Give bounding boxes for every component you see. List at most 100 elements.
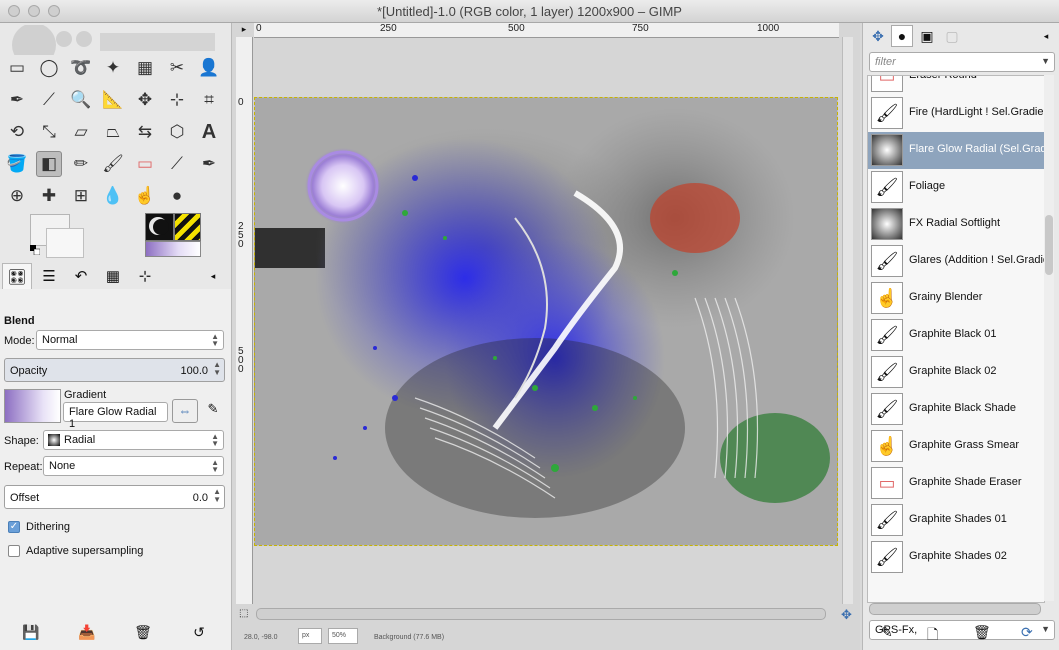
move-tool-icon[interactable]: ✥ [132, 87, 158, 113]
tab-navigation[interactable]: ⊹ [130, 263, 160, 289]
brush-list-item[interactable]: 🖌 Foliage [868, 169, 1044, 206]
paths-tool-icon[interactable]: ✒ [4, 87, 30, 113]
ink-tool-icon[interactable]: ✒ [196, 151, 222, 177]
heal-tool-icon[interactable]: ✚ [36, 183, 62, 209]
brush-list-horizontal-scrollbar[interactable] [869, 603, 1041, 615]
edit-brush-icon[interactable]: ✎ [881, 624, 893, 641]
vertical-ruler[interactable]: 0 2 5 0 5 0 0 [236, 37, 253, 604]
dithering-checkbox[interactable]: ✓ [8, 521, 20, 533]
perspective-tool-icon[interactable]: ⏢ [100, 119, 126, 145]
unit-selector[interactable]: px [298, 628, 322, 644]
horizontal-scrollbar[interactable] [256, 608, 826, 620]
opacity-spinner[interactable]: Opacity 100.0 ▲ ▼ [4, 358, 225, 382]
adaptive-supersampling-checkbox[interactable] [8, 545, 20, 557]
brush-list-item[interactable]: 🖌 Fire (HardLight ! Sel.Gradient) [868, 95, 1044, 132]
configure-tab-menu-icon[interactable]: ◂ [205, 263, 221, 289]
brush-list-item[interactable]: ▭ Eraser Round [868, 76, 1044, 95]
scroll-thumb[interactable] [1045, 215, 1053, 275]
brush-list-item[interactable]: 🖌 Graphite Shades 02 [868, 539, 1044, 576]
tag-filter-input[interactable]: filter ▼ [869, 52, 1055, 72]
tab-pointer[interactable]: ✥ [867, 25, 889, 47]
tab-gradients[interactable]: ▢ [941, 25, 963, 47]
reverse-gradient-button[interactable]: ⇔ [172, 399, 198, 423]
dodge-burn-tool-icon[interactable]: ● [164, 183, 190, 209]
tab-brushes[interactable]: ▦ [98, 263, 128, 289]
scissors-tool-icon[interactable]: ✂ [164, 55, 190, 81]
brush-list-item[interactable]: 🖌 Graphite Shades 01 [868, 502, 1044, 539]
chevron-down-icon[interactable]: ▼ [1041, 56, 1050, 66]
crop-tool-icon[interactable]: ⌗ [196, 87, 222, 113]
smudge-tool-icon[interactable]: ☝ [132, 183, 158, 209]
mode-combo[interactable]: Normal ▲ ▼ [36, 330, 224, 350]
flip-tool-icon[interactable]: ⇆ [132, 119, 158, 145]
brush-list-vertical-scrollbar[interactable] [1044, 75, 1054, 601]
configure-tab-menu-icon[interactable]: ◂ [1035, 25, 1057, 47]
active-brush-preview[interactable] [145, 213, 174, 241]
brush-list-item[interactable]: 🖌 Graphite Black 02 [868, 354, 1044, 391]
brush-list-item[interactable]: FX Radial Softlight [868, 206, 1044, 243]
cage-tool-icon[interactable]: ⬡ [164, 119, 190, 145]
gradient-name-field[interactable]: Flare Glow Radial 1 [63, 402, 168, 430]
default-colors-icon[interactable] [30, 245, 41, 256]
window-title: *[Untitled]-1.0 (RGB color, 1 layer) 120… [377, 4, 682, 19]
ellipse-select-tool-icon[interactable]: ◯ [36, 55, 62, 81]
eraser-tool-icon[interactable]: ▭ [132, 151, 158, 177]
rect-select-tool-icon[interactable]: ▭ [4, 55, 30, 81]
text-tool-icon[interactable]: A [196, 119, 222, 145]
color-select-tool-icon[interactable]: ▦ [132, 55, 158, 81]
repeat-combo[interactable]: None ▲ ▼ [43, 456, 224, 476]
vertical-scrollbar[interactable] [842, 37, 853, 604]
brush-list-item[interactable]: Flare Glow Radial (Sel.Gradient) [868, 132, 1044, 169]
edit-gradient-icon[interactable]: ✎ [204, 401, 222, 419]
image-menu-button[interactable]: ▸ [238, 24, 250, 36]
active-pattern-preview[interactable] [174, 213, 201, 241]
brush-list-item[interactable]: ☝ Grainy Blender [868, 280, 1044, 317]
shape-combo[interactable]: Radial ▲ ▼ [43, 430, 224, 450]
align-tool-icon[interactable]: ⊹ [164, 87, 190, 113]
airbrush-tool-icon[interactable]: ⟋ [164, 151, 190, 177]
tab-brushes[interactable]: ● [891, 25, 913, 47]
clone-tool-icon[interactable]: ⊕ [4, 183, 30, 209]
horizontal-ruler[interactable]: 0 250 500 750 1000 [254, 23, 839, 38]
foreground-select-tool-icon[interactable]: 👤 [196, 55, 222, 81]
offset-spinner[interactable]: Offset 0.0 ▲ ▼ [4, 485, 225, 509]
save-tool-preset-icon[interactable]: 💾 [22, 624, 40, 642]
paintbrush-tool-icon[interactable]: 🖌 [100, 151, 126, 177]
active-gradient-preview[interactable] [145, 241, 201, 257]
brush-list-item[interactable]: 🖌 Graphite Black Shade [868, 391, 1044, 428]
new-brush-icon[interactable]: 🗋 [927, 624, 938, 648]
brush-list-item[interactable]: ☝ Graphite Grass Smear [868, 428, 1044, 465]
delete-brush-icon[interactable]: 🗑 [973, 624, 991, 641]
color-picker-tool-icon[interactable]: ⟋ [36, 87, 62, 113]
scale-tool-icon[interactable]: ⤡ [36, 119, 62, 145]
blur-tool-icon[interactable]: 💧 [100, 183, 126, 209]
navigate-icon[interactable]: ✥ [841, 607, 855, 622]
measure-tool-icon[interactable]: 📐 [100, 87, 126, 113]
restore-tool-preset-icon[interactable]: 📥 [78, 624, 96, 642]
image-canvas[interactable] [254, 97, 838, 546]
rotate-tool-icon[interactable]: ⟲ [4, 119, 30, 145]
bucket-fill-tool-icon[interactable]: 🪣 [4, 151, 30, 177]
free-select-tool-icon[interactable]: ➰ [68, 55, 94, 81]
tab-layers[interactable]: ☰ [34, 263, 64, 289]
background-color[interactable] [46, 228, 84, 258]
refresh-brushes-icon[interactable]: ⟳ [1021, 624, 1033, 641]
reset-tool-options-icon[interactable]: ↺ [190, 624, 208, 642]
quick-mask-toggle-icon[interactable]: ⬚ [239, 608, 251, 620]
brush-list-item[interactable]: 🖌 Glares (Addition ! Sel.Gradient) [868, 243, 1044, 280]
pencil-tool-icon[interactable]: ✏ [68, 151, 94, 177]
blend-tool-icon[interactable]: ◧ [36, 151, 62, 177]
tab-patterns[interactable]: ▣ [916, 25, 938, 47]
delete-tool-preset-icon[interactable]: 🗑 [134, 624, 152, 642]
perspective-clone-tool-icon[interactable]: ⊞ [68, 183, 94, 209]
tab-undo-history[interactable]: ↶ [66, 263, 96, 289]
fuzzy-select-tool-icon[interactable]: ✦ [100, 55, 126, 81]
zoom-tool-icon[interactable]: 🔍 [68, 87, 94, 113]
brush-list-item[interactable]: 🖌 Graphite Black 01 [868, 317, 1044, 354]
tool-options-panel: Blend Mode: Normal ▲ ▼ Opacity 100.0 ▲ ▼ G… [0, 289, 231, 650]
tab-tool-options[interactable]: 🎛 [2, 263, 32, 289]
zoom-selector[interactable]: 50% [328, 628, 358, 644]
brush-list-item[interactable]: ▭ Graphite Shade Eraser [868, 465, 1044, 502]
shear-tool-icon[interactable]: ▱ [68, 119, 94, 145]
gradient-preview-button[interactable] [4, 389, 61, 423]
